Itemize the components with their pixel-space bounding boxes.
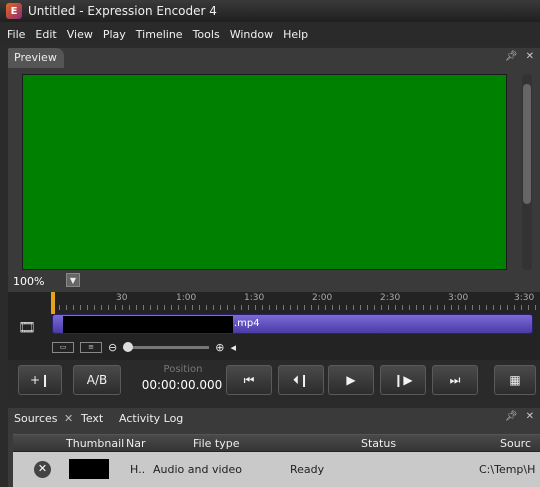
position-value: 00:00:00.000: [141, 378, 223, 392]
cell-file-type: Audio and video: [153, 463, 242, 476]
tick-label: 1:30: [244, 293, 265, 303]
tick-label: 3:30: [514, 293, 535, 303]
transport-bar: +❙ A/B Position 00:00:00.000 ⏮ ⏴❙ ▶ ❙▶ ⏭…: [8, 360, 540, 400]
column-thumbnail[interactable]: Thumbnail: [66, 437, 124, 450]
clip-name: .mp4: [234, 318, 260, 329]
zoom-dropdown-chevron-icon[interactable]: ▼: [66, 273, 80, 287]
menu-play[interactable]: Play: [103, 26, 126, 43]
preview-scrollbar[interactable]: [522, 74, 532, 270]
go-to-end-button[interactable]: ⏭: [432, 365, 478, 395]
tab-activity-log[interactable]: Activity Log: [119, 408, 183, 430]
ab-compare-button[interactable]: A/B: [73, 365, 121, 395]
close-icon[interactable]: ✕: [526, 411, 534, 422]
tick-marks: [52, 305, 536, 310]
tick-label: 3:00: [448, 293, 469, 303]
close-tab-icon[interactable]: ✕: [64, 412, 73, 425]
menu-help[interactable]: Help: [283, 26, 308, 43]
zoom-out-icon[interactable]: ⊖: [108, 341, 117, 354]
menu-timeline[interactable]: Timeline: [136, 26, 183, 43]
playhead[interactable]: [51, 292, 55, 314]
cell-name: H..: [130, 463, 146, 476]
tab-sources-label: Sources: [14, 412, 58, 425]
play-button[interactable]: ▶: [328, 365, 374, 395]
thumbnail: [69, 459, 109, 479]
app-logo-icon: E: [6, 3, 22, 19]
cell-status: Ready: [290, 463, 325, 476]
timeline-view-icon[interactable]: ▭: [52, 341, 74, 353]
close-icon[interactable]: ✕: [526, 51, 534, 62]
menu-edit[interactable]: Edit: [35, 26, 56, 43]
timeline-lines-icon[interactable]: ≡: [80, 341, 102, 353]
panel-tools: 📌︎ ✕: [505, 51, 534, 62]
tick-label: 2:30: [380, 293, 401, 303]
go-to-start-button[interactable]: ⏮: [226, 365, 272, 395]
add-marker-button[interactable]: +❙: [18, 365, 62, 395]
position-label: Position: [163, 364, 203, 375]
menu-window[interactable]: Window: [230, 26, 273, 43]
menu-file[interactable]: File: [7, 26, 25, 43]
preview-panel: Preview 📌︎ ✕ 100% ▼: [8, 48, 540, 292]
time-ruler[interactable]: 30 1:00 1:30 2:00 2:30 3:00 3:30: [52, 292, 536, 310]
tick-label: 2:00: [312, 293, 333, 303]
cell-source: C:\Temp\H: [479, 463, 536, 476]
table-header: Thumbnail Nar File type Status Sourc: [13, 434, 540, 452]
zoom-value: 100%: [13, 275, 45, 288]
film-strip-icon: 🎞︎: [18, 320, 36, 336]
timeline-tools: ▭ ≡ ⊖ ⊕ ◂: [52, 340, 236, 354]
tab-text[interactable]: Text: [81, 408, 103, 430]
clip-name-redacted: [63, 316, 233, 333]
zoom-in-icon[interactable]: ⊕: [215, 341, 224, 354]
window-title: Untitled - Expression Encoder 4: [28, 4, 217, 18]
video-clip[interactable]: .mp4: [52, 314, 533, 334]
tick-label: 30: [116, 293, 128, 303]
column-source[interactable]: Sourc: [500, 437, 531, 450]
tab-preview[interactable]: Preview: [8, 48, 64, 68]
scroll-left-icon[interactable]: ◂: [230, 341, 236, 354]
title-bar: E Untitled - Expression Encoder 4: [0, 0, 540, 22]
panel-tools: 📌︎ ✕: [505, 411, 534, 422]
pin-icon[interactable]: 📌︎: [505, 411, 518, 422]
step-back-button[interactable]: ⏴❙: [278, 365, 324, 395]
scrollbar-thumb[interactable]: [523, 84, 531, 204]
remove-source-button[interactable]: ✕: [34, 461, 51, 478]
menu-view[interactable]: View: [67, 26, 93, 43]
zoom-slider[interactable]: [123, 341, 210, 352]
column-status[interactable]: Status: [361, 437, 396, 450]
step-forward-button[interactable]: ❙▶: [380, 365, 426, 395]
preview-video[interactable]: [22, 74, 507, 270]
timeline: 30 1:00 1:30 2:00 2:30 3:00 3:30 🎞︎ .mp4…: [8, 292, 540, 360]
menu-bar: File Edit View Play Timeline Tools Windo…: [0, 22, 540, 46]
tick-label: 1:00: [176, 293, 197, 303]
column-file-type[interactable]: File type: [193, 437, 239, 450]
column-name[interactable]: Nar: [126, 437, 146, 450]
menu-tools[interactable]: Tools: [193, 26, 220, 43]
tab-sources[interactable]: Sources ✕: [14, 408, 73, 430]
table-row[interactable]: ✕ H.. Audio and video Ready C:\Temp\H: [13, 452, 540, 487]
zoom-slider-knob[interactable]: [123, 341, 134, 352]
pin-icon[interactable]: 📌︎: [505, 51, 518, 62]
sources-panel: Sources ✕ Text Activity Log 📌︎ ✕ Thumbna…: [8, 408, 540, 487]
split-view-button[interactable]: ▦: [494, 365, 536, 395]
